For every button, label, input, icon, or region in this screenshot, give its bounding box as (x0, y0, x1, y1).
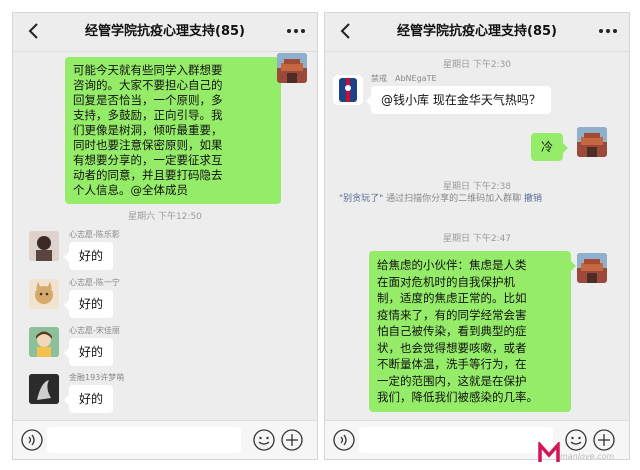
message-line: 我们，降低我们被感染的几率。 (377, 390, 538, 404)
incoming-message-bubble[interactable]: 好的 (64, 290, 114, 318)
timestamp: 星期日 下午2:47 (442, 234, 512, 244)
more-options-icon[interactable] (285, 25, 307, 37)
voice-icon[interactable] (333, 429, 355, 451)
incoming-message-bubble[interactable]: @钱小库 现在金华天气热吗？ (366, 86, 551, 114)
message-text: 好的 (79, 297, 104, 311)
sender-name: 金融193许梦萌 (69, 373, 125, 382)
message-text: @钱小库 现在金华天气热吗？ (381, 93, 541, 107)
message-line: 有想要分享的，一定要征求互 (73, 153, 223, 167)
message-text: 好的 (79, 249, 104, 263)
sender-name: 心志愿-宋佳丽 (69, 326, 120, 335)
outgoing-message-bubble[interactable]: 给焦虑的小伙伴：焦虑是人类 在面对危机时的自我保护机 制，适度的焦虑正常的。比如… (369, 251, 576, 412)
timestamp: 星期六 下午12:50 (128, 212, 202, 222)
message-line: 支持，多鼓励，正向引导。我 (73, 108, 223, 122)
chat-title: 经管学院抗疫心理支持(85) (397, 24, 557, 39)
message-line: 咨询的。大家不要担心自己的 (73, 78, 223, 92)
message-line: 一定的范围内，这就是在保护 (377, 373, 527, 388)
back-arrow-icon[interactable] (339, 22, 353, 40)
back-arrow-icon[interactable] (27, 22, 41, 40)
building-photo-icon (577, 127, 607, 157)
timestamp: 星期日 下午2:30 (442, 60, 512, 70)
message-line: 动者的同意，并且要打码隐去 (73, 168, 223, 182)
chat-window-left: 经管学院抗疫心理支持(85) 可能今天就有些同学入群想要 咨询的。大家不要担心自… (12, 12, 318, 460)
message-line: 回复是否恰当，一个原则，多 (73, 93, 223, 107)
message-text: 好的 (79, 345, 104, 359)
person-photo-icon (29, 231, 59, 261)
message-line: 个人信息。@全体成员 (73, 183, 188, 197)
revoke-link[interactable]: 撤销 (524, 194, 542, 204)
my-avatar[interactable] (577, 127, 607, 157)
more-options-icon[interactable] (597, 25, 619, 37)
message-text: 好的 (79, 392, 104, 406)
avatar[interactable] (29, 327, 59, 357)
avatar[interactable] (29, 231, 59, 261)
message-input[interactable] (47, 427, 241, 453)
message-line: 状，也会觉得想要咳嗽，或者 (377, 340, 527, 355)
sports-logo-icon (333, 75, 363, 105)
watermark-text: manlove.com (560, 452, 615, 461)
chat-window-right: 经管学院抗疫心理支持(85) 星期日 下午2:30 禁戒 AbNEgaTE @钱… (324, 12, 630, 460)
message-input[interactable] (359, 427, 553, 453)
sender-name: 心志愿-陈乐影 (69, 230, 120, 239)
my-avatar[interactable] (277, 53, 307, 83)
outgoing-message-bubble[interactable]: 冷 (531, 133, 569, 161)
emoji-icon[interactable] (253, 429, 275, 451)
building-photo-icon (277, 53, 307, 83)
timestamp: 星期日 下午2:38 (442, 182, 512, 192)
voice-icon[interactable] (21, 429, 43, 451)
message-line: 不断量体温，洗手等行为，在 (377, 357, 527, 371)
input-bar (13, 420, 317, 459)
message-line: 制，适度的焦虑正常的。比如 (377, 291, 527, 305)
my-avatar[interactable] (577, 253, 607, 283)
message-line: 同时也要注意保密原则，如果 (73, 138, 223, 152)
chat-header: 经管学院抗疫心理支持(85) (325, 13, 629, 52)
message-text: 冷 (541, 140, 554, 154)
notice-text: 通过扫描你分享的二维码加入群聊 (386, 194, 522, 204)
avatar[interactable] (333, 75, 363, 105)
incoming-message-bubble[interactable]: 好的 (64, 242, 114, 270)
incoming-message-bubble[interactable]: 好的 (64, 385, 114, 413)
member-name-link[interactable]: "别贪玩了" (339, 194, 383, 204)
dark-photo-icon (29, 374, 59, 404)
building-photo-icon (577, 253, 607, 283)
cartoon-girl-icon (29, 327, 59, 357)
message-line: 们更像是树洞，倾听最重要， (73, 123, 223, 137)
sender-name: 心志愿-陈一宁 (69, 278, 120, 287)
cartoon-cat-icon (29, 279, 59, 309)
incoming-message-bubble[interactable]: 好的 (64, 338, 114, 366)
message-line: 在面对危机时的自我保护机 (377, 274, 515, 289)
avatar[interactable] (29, 279, 59, 309)
add-icon[interactable] (281, 429, 303, 451)
outgoing-message-bubble[interactable]: 可能今天就有些同学入群想要 咨询的。大家不要担心自己的 回复是否恰当，一个原则，… (65, 57, 286, 204)
message-line: 疫情来了，有的同学经常会害 (377, 307, 527, 322)
message-line: 怕自己被传染，看到典型的症 (377, 324, 527, 338)
chat-title: 经管学院抗疫心理支持(85) (85, 24, 245, 39)
sender-name: 禁戒 AbNEgaTE (371, 74, 437, 83)
message-line: 可能今天就有些同学入群想要 (73, 63, 223, 77)
system-notice: "别贪玩了" 通过扫描你分享的二维码加入群聊 撤销 (339, 193, 615, 206)
message-line: 给焦虑的小伙伴：焦虑是人类 (377, 258, 527, 272)
watermark-m-icon (538, 442, 560, 462)
chat-header: 经管学院抗疫心理支持(85) (13, 13, 317, 52)
watermark-logo: manlove.com (538, 442, 634, 466)
avatar[interactable] (29, 374, 59, 404)
